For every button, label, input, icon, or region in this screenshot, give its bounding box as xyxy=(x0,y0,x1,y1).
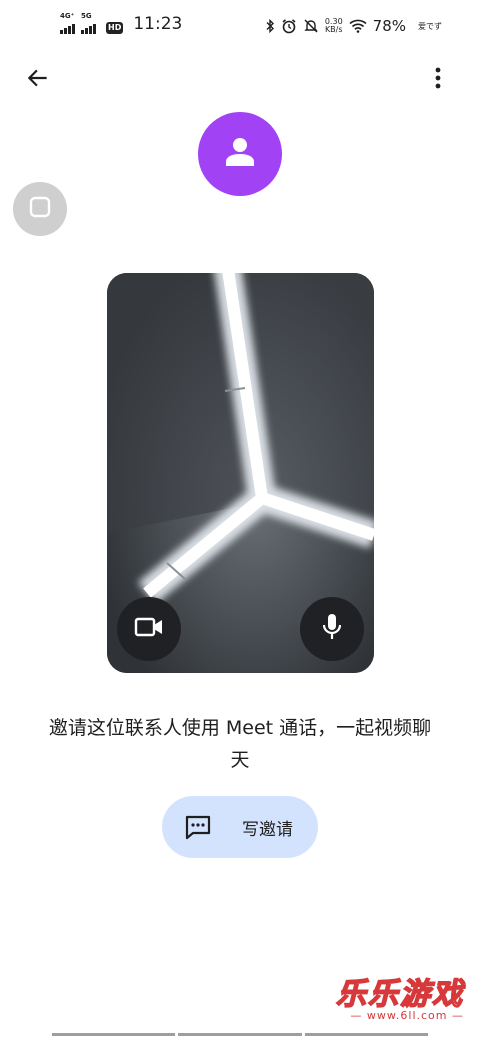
network-4g: 4G⁺ xyxy=(60,12,75,34)
status-left: 4G⁺ 5G HD 11:23 xyxy=(60,12,183,34)
signal-icon xyxy=(81,24,96,34)
network-4g-label: 4G⁺ xyxy=(60,12,75,20)
status-right: 0.30 KB/s 78% 爱でず xyxy=(265,14,442,38)
more-options-button[interactable] xyxy=(418,60,458,100)
write-invite-label: 写邀请 xyxy=(242,819,293,840)
network-5g-label: 5G xyxy=(81,12,92,20)
network-5g: 5G xyxy=(81,12,96,34)
carrier-label: 爱でず xyxy=(418,21,442,31)
camera-toggle-button[interactable] xyxy=(117,597,181,661)
status-bar: 4G⁺ 5G HD 11:23 0.30 KB/s 78% 爱でず xyxy=(0,0,480,56)
square-icon xyxy=(28,195,52,223)
videocam-icon xyxy=(134,616,164,642)
mic-icon xyxy=(322,613,342,645)
bluetooth-icon xyxy=(265,19,275,33)
mute-icon xyxy=(303,18,319,34)
contact-avatar xyxy=(198,112,282,196)
watermark: 乐乐游戏 — www.6ll.com — xyxy=(335,969,464,1022)
arrow-back-icon xyxy=(25,65,51,95)
wifi-icon xyxy=(349,19,367,33)
net-speed-unit: KB/s xyxy=(324,25,343,34)
back-button[interactable] xyxy=(18,60,58,100)
watermark-title: 乐乐游戏 xyxy=(335,976,464,1013)
battery-level: 78% xyxy=(372,17,406,35)
net-speed: 0.30 KB/s xyxy=(325,18,343,34)
mic-toggle-button[interactable] xyxy=(300,597,364,661)
alarm-icon xyxy=(281,18,297,34)
message-icon xyxy=(184,814,212,840)
invite-message: 邀请这位联系人使用 Meet 通话，一起视频聊天 xyxy=(48,717,432,771)
signal-icon xyxy=(60,24,75,34)
hd-badge: HD xyxy=(106,22,124,34)
floating-assist-button[interactable] xyxy=(13,182,67,236)
clock: 11:23 xyxy=(133,14,183,34)
camera-preview xyxy=(107,273,374,673)
person-icon xyxy=(224,137,256,171)
gesture-nav-bar[interactable] xyxy=(52,1033,428,1036)
write-invite-button[interactable]: 写邀请 xyxy=(162,796,318,858)
watermark-url: — www.6ll.com — xyxy=(350,1009,464,1022)
more-vert-icon xyxy=(435,67,441,93)
